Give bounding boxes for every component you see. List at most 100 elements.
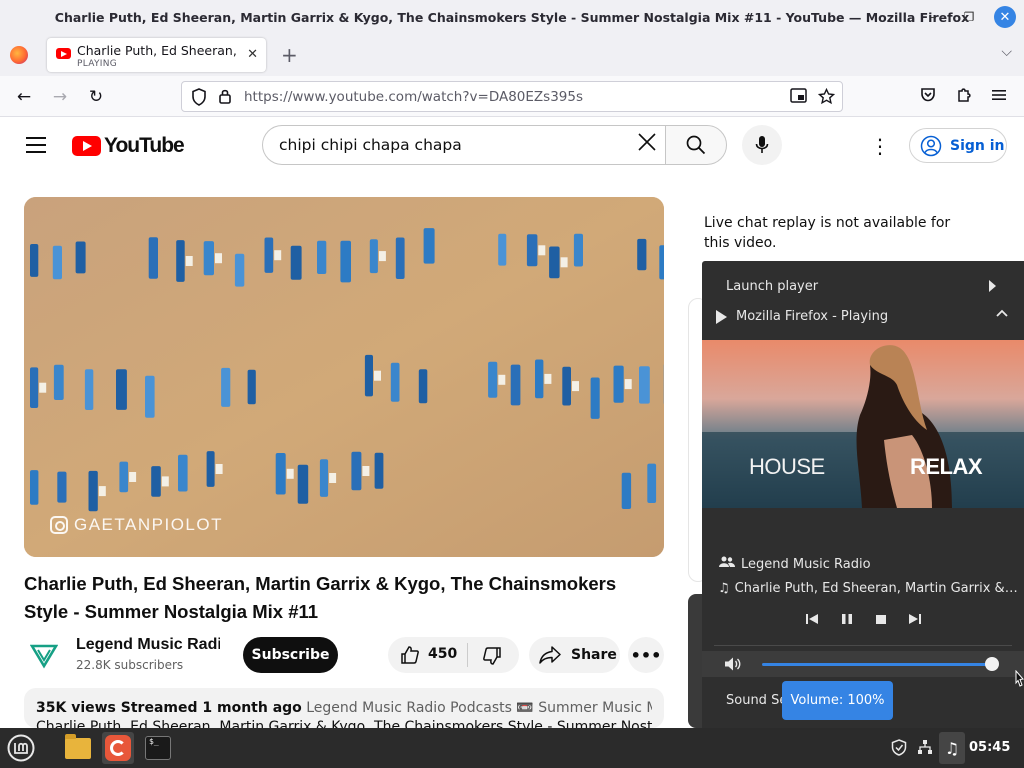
network-icon[interactable] xyxy=(917,739,933,759)
sun-lounger xyxy=(526,234,538,267)
beach-towel xyxy=(161,476,169,487)
picture-in-picture-icon[interactable] xyxy=(790,88,807,107)
subscribe-button[interactable]: Subscribe xyxy=(243,637,338,673)
sound-tray-music-icon[interactable]: ♫ xyxy=(939,732,965,764)
media-track: ♫ Charlie Puth, Ed Sheeran, Martin Garri… xyxy=(718,581,1018,596)
files-app-icon[interactable] xyxy=(62,732,94,764)
search-button[interactable] xyxy=(665,125,727,165)
like-divider xyxy=(467,643,468,667)
firefox-view-icon[interactable] xyxy=(10,46,28,64)
channel-avatar[interactable] xyxy=(28,640,60,672)
sun-lounger xyxy=(145,375,155,418)
beach-towel xyxy=(572,381,579,392)
speaker-volume-icon[interactable] xyxy=(724,656,742,676)
window-titlebar: Charlie Puth, Ed Sheeran, Martin Garrix … xyxy=(0,0,1024,34)
video-watermark: GAETANPIOLOT xyxy=(50,515,223,535)
sun-lounger xyxy=(53,364,64,400)
search-input[interactable]: chipi chipi chapa chapa xyxy=(262,125,665,165)
beach-towel xyxy=(98,486,106,497)
shield-update-icon[interactable] xyxy=(891,739,907,760)
tab-close-icon[interactable]: ✕ xyxy=(247,47,258,62)
volume-row xyxy=(702,651,1024,677)
sun-lounger xyxy=(498,233,507,266)
sun-lounger xyxy=(390,362,400,402)
like-thumb-up-icon[interactable] xyxy=(400,645,420,669)
sun-lounger xyxy=(30,470,39,505)
sign-in-button[interactable]: Sign in xyxy=(909,128,1007,163)
extensions-puzzle-icon[interactable] xyxy=(956,87,972,107)
next-track-icon[interactable] xyxy=(908,611,922,625)
bookmark-star-icon[interactable] xyxy=(817,87,836,109)
artist-name: Legend Music Radio xyxy=(741,556,871,572)
beach-towel xyxy=(560,257,568,268)
list-all-tabs-chevron-icon[interactable]: ⌵ xyxy=(1001,44,1012,60)
settings-kebab-icon[interactable]: ⋮ xyxy=(870,134,890,158)
reload-button[interactable]: ↻ xyxy=(83,84,109,110)
sun-lounger xyxy=(264,237,274,273)
voice-search-button[interactable] xyxy=(742,125,782,165)
address-bar[interactable]: https://www.youtube.com/watch?v=DA80EZs3… xyxy=(181,81,843,112)
share-button[interactable]: Share xyxy=(529,637,620,673)
sun-lounger xyxy=(395,237,405,279)
sun-lounger xyxy=(573,233,583,267)
sun-lounger xyxy=(374,452,384,489)
sun-lounger xyxy=(176,240,185,282)
beach-towel xyxy=(215,253,222,264)
forward-button[interactable]: → xyxy=(47,84,73,110)
description-tags: Legend Music Radio Podcasts 📼 Summer Mus… xyxy=(306,700,652,716)
description-text: Charlie Puth, Ed Sheeran, Martin Garrix … xyxy=(36,719,652,728)
beach-towel xyxy=(286,468,294,479)
account-icon xyxy=(920,135,942,156)
volume-slider-handle[interactable] xyxy=(985,657,999,671)
close-window-button[interactable]: ✕ xyxy=(994,6,1016,28)
sun-lounger xyxy=(488,361,498,398)
collapse-chevron-up-icon[interactable] xyxy=(996,305,1008,321)
tab-playing-status: PLAYING xyxy=(77,59,118,69)
firefox-app-icon[interactable] xyxy=(102,732,134,764)
more-actions-button[interactable]: ••• xyxy=(628,637,664,673)
window-title: Charlie Puth, Ed Sheeran, Martin Garrix … xyxy=(54,9,970,25)
tracking-shield-icon[interactable] xyxy=(191,88,207,110)
watermark-text: GAETANPIOLOT xyxy=(74,515,223,534)
volume-slider[interactable] xyxy=(762,663,993,666)
stop-icon[interactable] xyxy=(874,611,888,625)
window-controls: – ❐ ✕ xyxy=(922,6,1016,28)
sound-settings-item[interactable]: Sound Se xyxy=(726,693,787,708)
beach-towel xyxy=(374,370,381,381)
lock-icon[interactable] xyxy=(218,88,232,108)
player-status[interactable]: Mozilla Firefox - Playing xyxy=(736,309,1024,324)
tab-youtube-video[interactable]: Charlie Puth, Ed Sheeran, Martin Garrix … xyxy=(47,38,266,72)
minimize-button[interactable]: – xyxy=(922,6,944,28)
sun-lounger xyxy=(637,238,647,271)
back-button[interactable]: ← xyxy=(11,84,37,110)
previous-track-icon[interactable] xyxy=(805,611,819,625)
sun-lounger xyxy=(52,245,62,280)
dislike-thumb-down-icon[interactable] xyxy=(482,646,502,670)
sun-lounger xyxy=(621,472,632,509)
maximize-button[interactable]: ❐ xyxy=(958,6,980,28)
launch-player-item[interactable]: Launch player xyxy=(726,279,1024,294)
youtube-logo[interactable]: YouTube xyxy=(72,134,185,158)
sun-lounger xyxy=(317,240,327,274)
mint-menu-icon[interactable] xyxy=(5,733,37,763)
sun-lounger xyxy=(297,464,309,504)
video-player[interactable]: GAETANPIOLOT xyxy=(24,197,664,557)
terminal-app-icon[interactable]: $_ xyxy=(142,732,174,764)
clock[interactable]: 05:45 xyxy=(969,740,1010,755)
new-tab-button[interactable]: + xyxy=(281,43,298,67)
microphone-icon xyxy=(755,136,769,153)
channel-name[interactable]: Legend Music Radio xyxy=(76,636,220,654)
sun-lounger xyxy=(639,366,650,404)
sun-lounger xyxy=(30,367,39,408)
pause-icon[interactable] xyxy=(840,611,854,625)
app-menu-hamburger-icon[interactable] xyxy=(992,87,1006,105)
guide-menu-icon[interactable] xyxy=(26,137,46,158)
youtube-header: YouTube chipi chipi chapa chapa ⋮ Sign i… xyxy=(0,117,1024,173)
pocket-icon[interactable] xyxy=(920,87,936,106)
video-description[interactable]: 35K views Streamed 1 month ago Legend Mu… xyxy=(24,688,664,728)
beach-towel xyxy=(378,251,386,262)
submenu-arrow-icon[interactable] xyxy=(989,280,996,292)
artist-users-icon xyxy=(718,556,736,572)
sun-lounger xyxy=(57,471,67,503)
clear-search-icon[interactable] xyxy=(637,132,657,158)
